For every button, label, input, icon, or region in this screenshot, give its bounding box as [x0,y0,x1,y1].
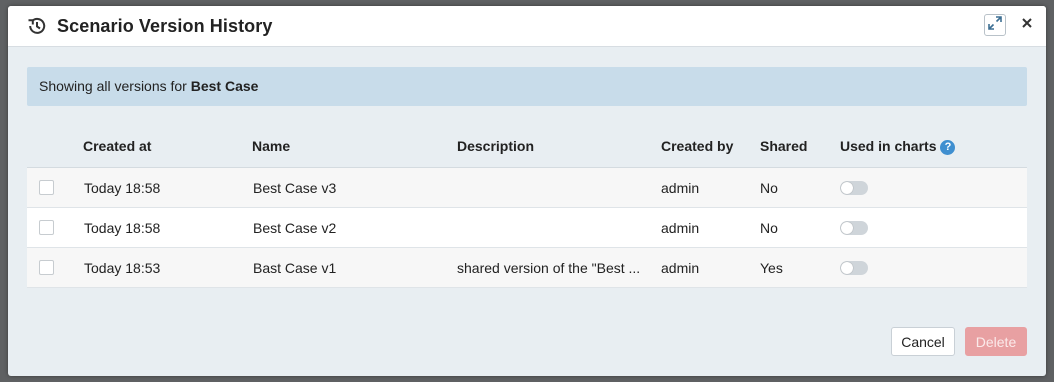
question-circle-icon[interactable]: ? [940,140,956,155]
cell-shared: No [760,180,778,196]
dialog-title: Scenario Version History [57,16,273,36]
row-select-checkbox[interactable] [39,260,54,275]
history-clock-icon [26,15,48,37]
cell-created-at: Today 18:58 [84,220,161,236]
cell-shared: Yes [760,260,783,276]
toggle-knob [841,222,853,234]
used-in-charts-toggle[interactable] [840,261,868,275]
cell-name: Best Case v2 [253,220,337,236]
expand-arrows-icon [988,15,1002,35]
table-row[interactable]: Today 18:53 Bast Case v1 shared version … [27,248,1027,288]
header-created-at[interactable]: Created at [83,138,151,154]
header-name[interactable]: Name [252,138,290,154]
close-icon [1021,16,1033,34]
dialog-header: Scenario Version History [8,6,1046,47]
cell-created-at: Today 18:58 [84,180,161,196]
info-banner: Showing all versions for Best Case [27,67,1027,106]
toggle-knob [841,182,853,194]
banner-prefix: Showing all versions for [39,78,191,94]
used-in-charts-toggle[interactable] [840,181,868,195]
toggle-knob [841,262,853,274]
cell-description: shared version of the "Best ... [457,260,641,276]
table-row[interactable]: Today 18:58 Best Case v3 admin No [27,168,1027,208]
used-in-charts-toggle[interactable] [840,221,868,235]
versions-table: Created at Name Description Created by S… [27,130,1027,288]
header-shared[interactable]: Shared [760,138,807,154]
row-select-checkbox[interactable] [39,180,54,195]
header-description[interactable]: Description [457,138,534,154]
row-select-checkbox[interactable] [39,220,54,235]
cancel-button[interactable]: Cancel [891,327,955,356]
header-used-in-charts-label: Used in charts [840,138,937,154]
expand-button[interactable] [984,14,1006,36]
cell-created-by: admin [661,260,700,276]
version-history-dialog: Scenario Version History Showing all ver… [8,6,1046,376]
header-used-in-charts[interactable]: Used in charts? [840,138,956,155]
cell-created-by: admin [661,220,700,236]
table-header: Created at Name Description Created by S… [27,130,1027,168]
cell-name: Bast Case v1 [253,260,337,276]
delete-button[interactable]: Delete [965,327,1027,356]
cell-created-at: Today 18:53 [84,260,161,276]
banner-scenario-name: Best Case [190,78,259,94]
header-created-by[interactable]: Created by [661,138,733,154]
cell-name: Best Case v3 [253,180,337,196]
close-button[interactable] [1017,15,1037,35]
cell-shared: No [760,220,778,236]
table-row[interactable]: Today 18:58 Best Case v2 admin No [27,208,1027,248]
cell-created-by: admin [661,180,700,196]
